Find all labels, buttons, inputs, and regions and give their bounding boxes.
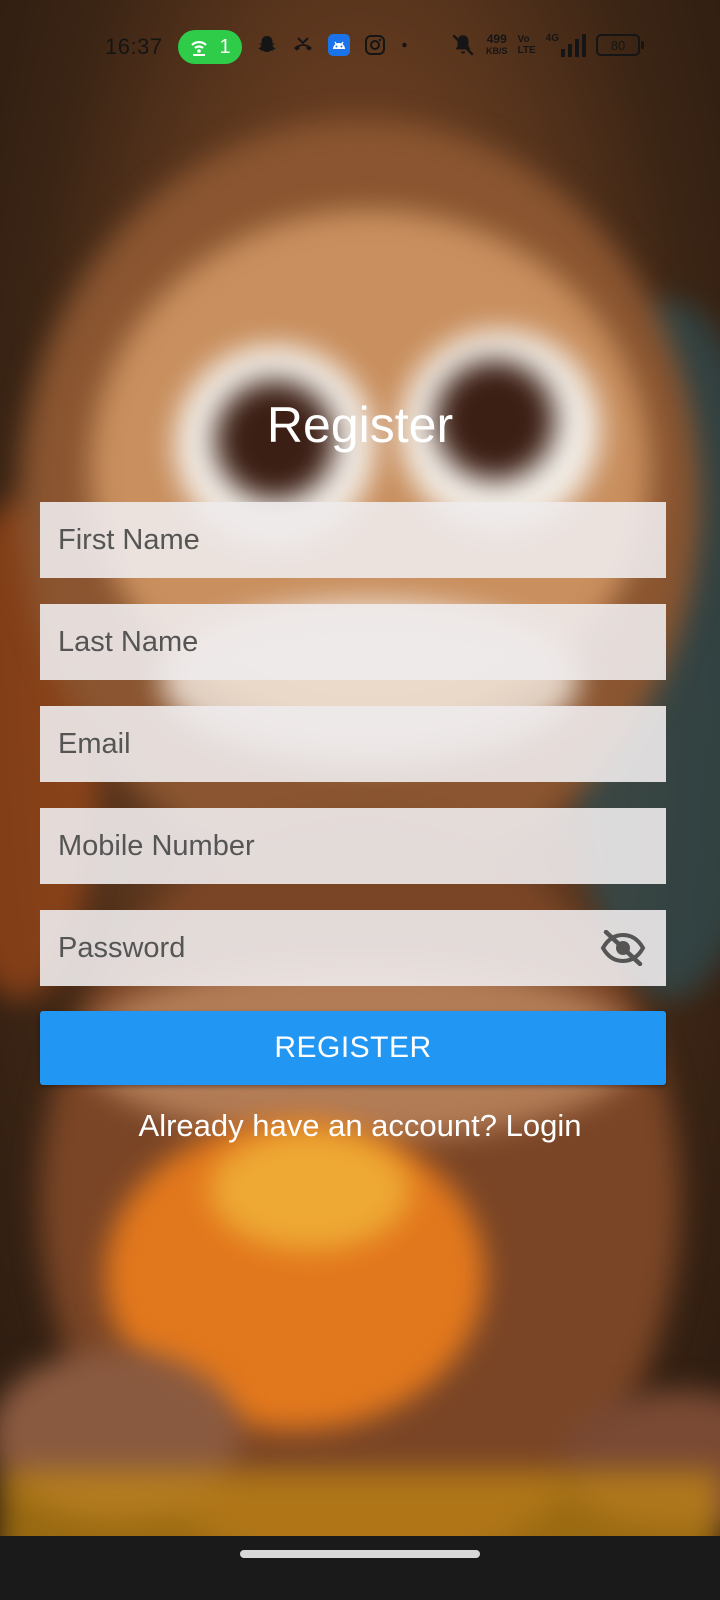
first-name-field[interactable]	[40, 502, 666, 578]
last-name-field-container	[40, 604, 666, 680]
hotspot-icon	[191, 41, 208, 56]
mobile-number-field-container	[40, 808, 666, 884]
network-speed-unit: KB/S	[486, 46, 508, 56]
dot-icon	[402, 42, 407, 48]
hotspot-indicator: 1	[178, 30, 242, 64]
network-speed: 499 KB/S	[486, 33, 508, 57]
network-speed-value: 499	[486, 32, 507, 46]
eye-off-icon[interactable]	[600, 930, 646, 966]
background-illustration	[0, 0, 720, 1600]
cell-signal: 4G	[545, 33, 587, 57]
hotspot-count: 1	[219, 35, 231, 58]
volte-top-label: Vo	[517, 34, 530, 45]
password-field-container	[40, 910, 666, 986]
home-gesture-handle[interactable]	[240, 1550, 480, 1558]
signal-bars-icon	[561, 33, 587, 57]
email-field[interactable]	[40, 706, 666, 782]
password-field[interactable]	[40, 910, 666, 986]
volte-indicator: Vo LTE	[518, 34, 536, 56]
email-field-container	[40, 706, 666, 782]
mute-icon	[452, 34, 474, 56]
battery-level: 80	[610, 37, 626, 53]
navigation-bar	[0, 1536, 720, 1600]
page-title: Register	[266, 397, 454, 453]
instagram-icon	[365, 35, 385, 55]
android-app-icon	[328, 34, 350, 56]
status-time: 16:37	[105, 34, 163, 59]
snapchat-icon	[258, 36, 276, 53]
login-link[interactable]: Already have an account? Login	[0, 1108, 720, 1144]
mobile-number-field[interactable]	[40, 808, 666, 884]
status-bar: 16:37 1 499 KB/S Vo LTE 4G 80	[0, 0, 720, 96]
first-name-field-container	[40, 502, 666, 578]
missed-call-icon	[294, 37, 312, 51]
register-button[interactable]: REGISTER	[40, 1011, 666, 1085]
volte-bottom-label: LTE	[517, 45, 536, 56]
last-name-field[interactable]	[40, 604, 666, 680]
battery-icon: 80	[596, 34, 645, 56]
network-type: 4G	[545, 33, 560, 44]
